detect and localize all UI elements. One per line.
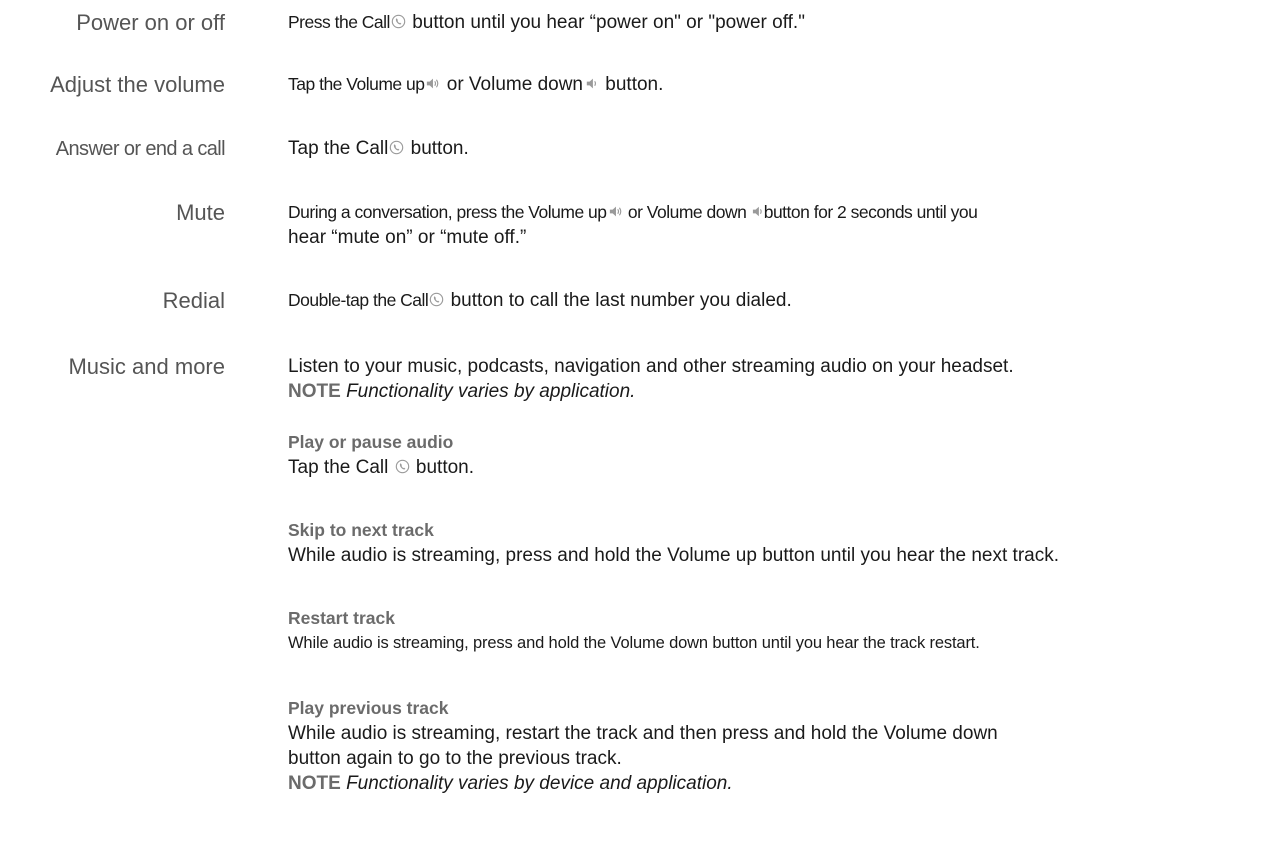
volume-text-mid: or Volume down — [441, 74, 583, 95]
play-pause-text-post: button. — [410, 457, 475, 478]
call-icon — [395, 459, 410, 474]
content-mute: During a conversation, press the Volume … — [288, 200, 1268, 250]
heading-skip: Skip to next track — [288, 520, 434, 540]
label-redial: Redial — [162, 288, 225, 313]
content-answer: Tap the Call button. — [288, 136, 1268, 161]
mute-text-pre: During a conversation, press the Volume … — [288, 202, 607, 222]
call-icon — [429, 292, 444, 307]
label-music: Music and more — [68, 354, 225, 379]
redial-text-pre: Double-tap the Call — [288, 290, 429, 310]
call-icon — [389, 140, 404, 155]
answer-text-post: button. — [405, 138, 469, 159]
content-redial: Double-tap the Call button to call the l… — [288, 288, 1268, 313]
section-skip: Skip to next track While audio is stream… — [288, 518, 1268, 568]
redial-text-post: button to call the last number you diale… — [445, 290, 792, 311]
volume-up-icon — [608, 204, 623, 219]
music-intro-text: Listen to your music, podcasts, navigati… — [288, 356, 1014, 377]
note-keyword: NOTE — [288, 381, 341, 402]
mute-text-line2: hear “mute on” or “mute off.” — [288, 227, 527, 248]
previous-note: NOTE Functionality varies by device and … — [288, 771, 1268, 796]
mute-text-mid: or Volume down — [623, 202, 751, 222]
previous-text-line2: button again to go to the previous track… — [288, 748, 622, 769]
label-power: Power on or off — [76, 10, 225, 35]
call-icon — [391, 14, 406, 29]
play-pause-text-pre: Tap the Call — [288, 457, 394, 478]
heading-previous: Play previous track — [288, 698, 449, 718]
heading-play-pause: Play or pause audio — [288, 432, 454, 452]
previous-text-line1: While audio is streaming, restart the tr… — [288, 723, 998, 744]
volume-text-post: button. — [600, 74, 664, 95]
note-text: Functionality varies by application. — [346, 381, 636, 402]
restart-text: While audio is streaming, press and hold… — [288, 634, 980, 652]
answer-text-pre: Tap the Call — [288, 138, 389, 159]
section-play-pause: Play or pause audio Tap the Call button. — [288, 430, 1268, 480]
content-power: Press the Call button until you hear “po… — [288, 10, 1268, 35]
volume-down-icon — [584, 76, 599, 91]
skip-text: While audio is streaming, press and hold… — [288, 545, 1060, 566]
volume-up-icon — [425, 76, 440, 91]
power-text-pre: Press the Call — [288, 12, 390, 32]
play-pause-text: Tap the Call button. — [288, 455, 1268, 480]
section-previous: Play previous track While audio is strea… — [288, 696, 1268, 796]
label-volume: Adjust the volume — [50, 72, 225, 97]
content-music-intro: Listen to your music, podcasts, navigati… — [288, 354, 1268, 404]
label-answer: Answer or end a call — [55, 138, 226, 160]
volume-text-pre: Tap the Volume up — [288, 74, 425, 94]
note-keyword: NOTE — [288, 773, 341, 794]
mute-text-post: button for 2 seconds until you — [763, 202, 978, 222]
volume-down-icon — [752, 204, 763, 219]
heading-restart: Restart track — [288, 608, 395, 628]
section-restart: Restart track While audio is streaming, … — [288, 606, 1268, 656]
power-text-post: button until you hear “power on" or "pow… — [406, 12, 805, 33]
content-volume: Tap the Volume up or Volume down button. — [288, 72, 1268, 97]
music-note: NOTE Functionality varies by application… — [288, 379, 1268, 404]
note-text: Functionality varies by device and appli… — [346, 773, 733, 794]
label-mute: Mute — [176, 200, 225, 225]
